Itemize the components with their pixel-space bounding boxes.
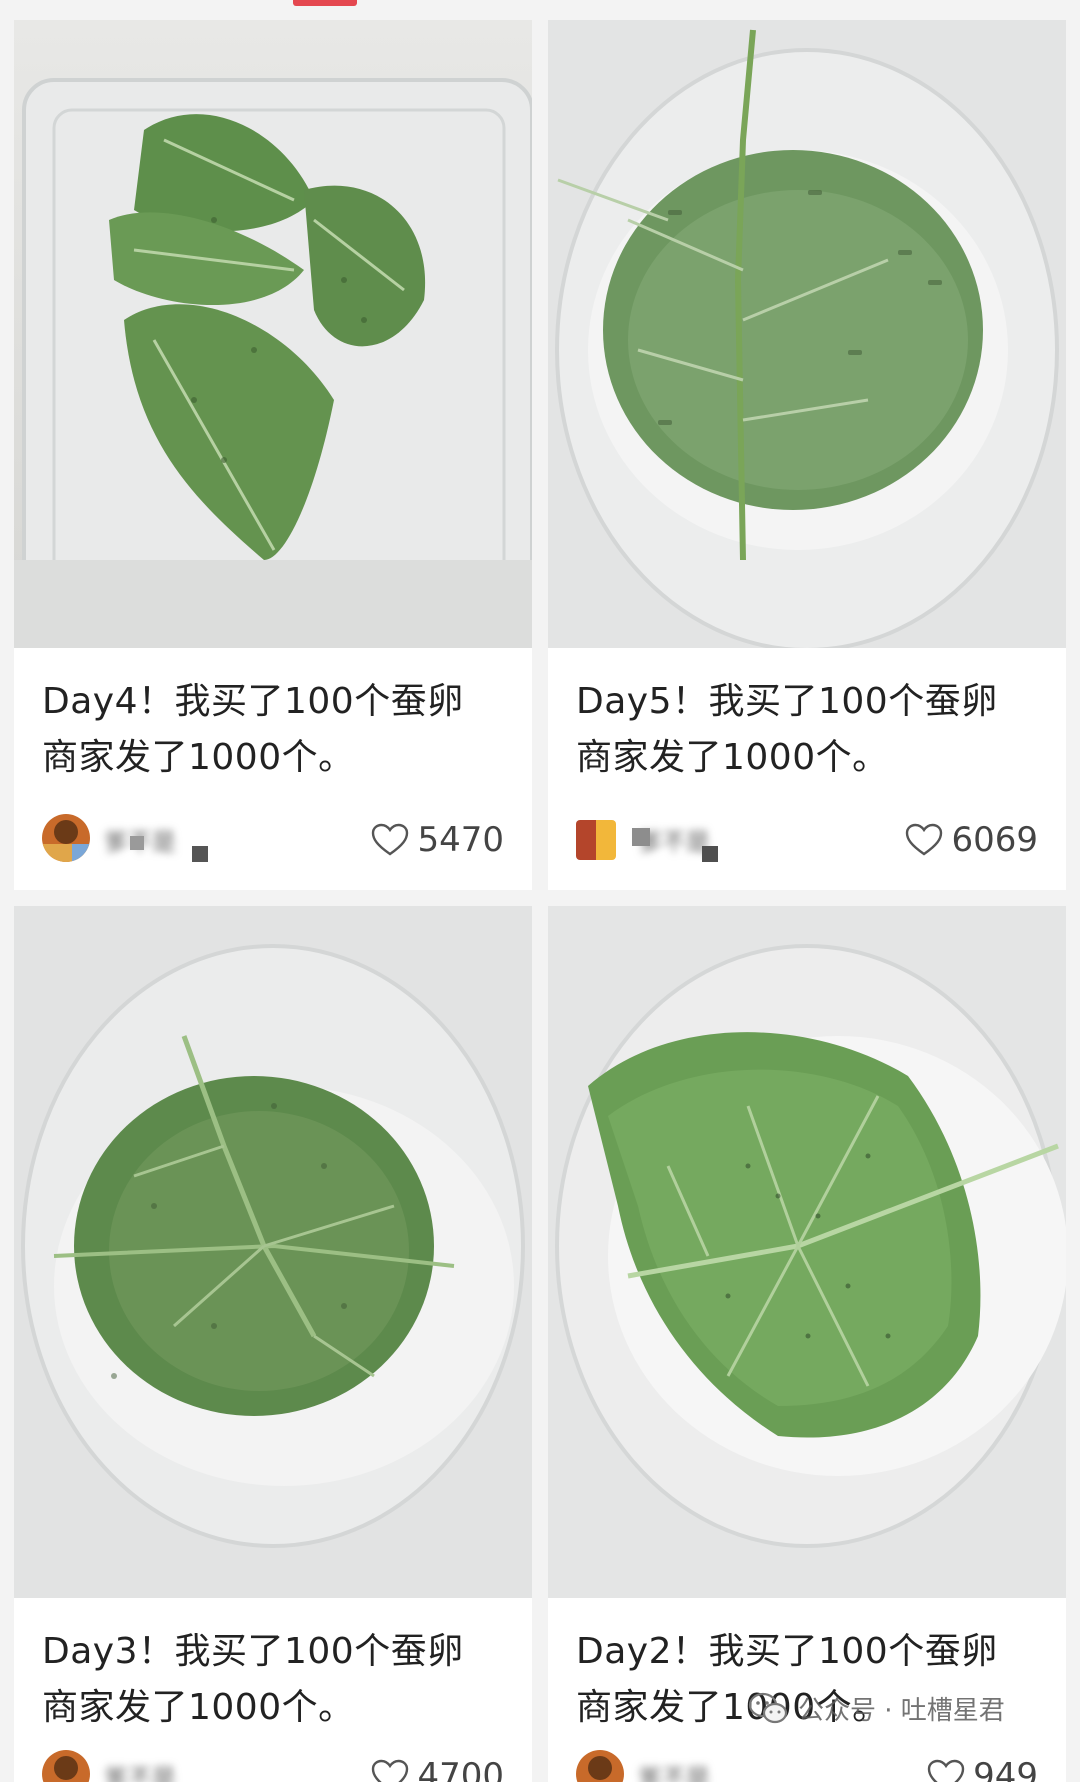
avatar[interactable] bbox=[42, 1750, 90, 1782]
author-pixel bbox=[130, 836, 144, 850]
like-button[interactable]: 4700 bbox=[371, 1746, 504, 1782]
active-tab-indicator bbox=[293, 0, 357, 6]
like-count: 5470 bbox=[417, 820, 504, 860]
author-name[interactable]: 爹不是 bbox=[104, 1758, 176, 1782]
avatar[interactable] bbox=[576, 820, 616, 860]
card-title-line1: Day4！我买了100个蚕卵 bbox=[42, 681, 464, 722]
heart-outline-icon bbox=[906, 823, 943, 856]
author-name[interactable]: 爹不是 bbox=[638, 1758, 710, 1782]
card-title-line1: Day5！我买了100个蚕卵 bbox=[576, 681, 998, 722]
card-meta: 爹不是 4700 bbox=[42, 1746, 504, 1782]
author-pixel bbox=[632, 828, 650, 846]
heart-outline-icon bbox=[372, 823, 409, 856]
card-title: Day4！我买了100个蚕卵 商家发了1000个。 bbox=[42, 674, 512, 786]
author-pixel bbox=[702, 846, 718, 862]
card-photo[interactable] bbox=[14, 20, 532, 648]
card-meta: 爹不是 5470 bbox=[42, 810, 504, 870]
avatar[interactable] bbox=[576, 1750, 624, 1782]
card-title-line2: 商家发了1000个。 bbox=[42, 737, 355, 778]
card-title-line1: Day2！我买了100个蚕卵 bbox=[576, 1631, 998, 1672]
like-button[interactable]: 949 bbox=[927, 1746, 1038, 1782]
card-title-line1: Day3！我买了100个蚕卵 bbox=[42, 1631, 464, 1672]
wechat-icon bbox=[748, 1692, 788, 1723]
feed-card-day5[interactable]: Day5！我买了100个蚕卵 商家发了1000个。 爹不是 6069 bbox=[548, 20, 1066, 890]
card-title: Day5！我买了100个蚕卵 商家发了1000个。 bbox=[576, 674, 1046, 786]
like-count: 949 bbox=[973, 1756, 1038, 1782]
watermark-text: 公众号 · 吐槽星君 bbox=[798, 1696, 1005, 1726]
feed-card-day2[interactable]: Day2！我买了100个蚕卵 商家发了1000个。 爹不是 949 bbox=[548, 906, 1066, 1782]
like-count: 6069 bbox=[951, 820, 1038, 860]
like-button[interactable]: 5470 bbox=[371, 810, 504, 870]
card-title: Day3！我买了100个蚕卵 商家发了1000个。 bbox=[42, 1624, 512, 1736]
heart-outline-icon bbox=[927, 1759, 965, 1782]
heart-outline-icon bbox=[372, 1759, 409, 1782]
card-meta: 爹不是 6069 bbox=[576, 810, 1038, 870]
feed-card-day4[interactable]: Day4！我买了100个蚕卵 商家发了1000个。 爹不是 5470 bbox=[14, 20, 532, 890]
card-title-line2: 商家发了1000个。 bbox=[576, 737, 889, 778]
avatar[interactable] bbox=[42, 814, 90, 862]
like-button[interactable]: 6069 bbox=[905, 810, 1038, 870]
card-photo[interactable] bbox=[14, 906, 532, 1598]
feed-card-day3[interactable]: Day3！我买了100个蚕卵 商家发了1000个。 爹不是 4700 bbox=[14, 906, 532, 1782]
author-pixel bbox=[192, 846, 208, 862]
card-photo[interactable] bbox=[548, 20, 1066, 648]
card-photo[interactable] bbox=[548, 906, 1066, 1598]
card-title-line2: 商家发了1000个。 bbox=[42, 1687, 355, 1728]
watermark: 公众号 · 吐槽星君 bbox=[748, 1690, 1005, 1727]
like-count: 4700 bbox=[417, 1756, 504, 1782]
card-meta: 爹不是 949 bbox=[576, 1746, 1038, 1782]
